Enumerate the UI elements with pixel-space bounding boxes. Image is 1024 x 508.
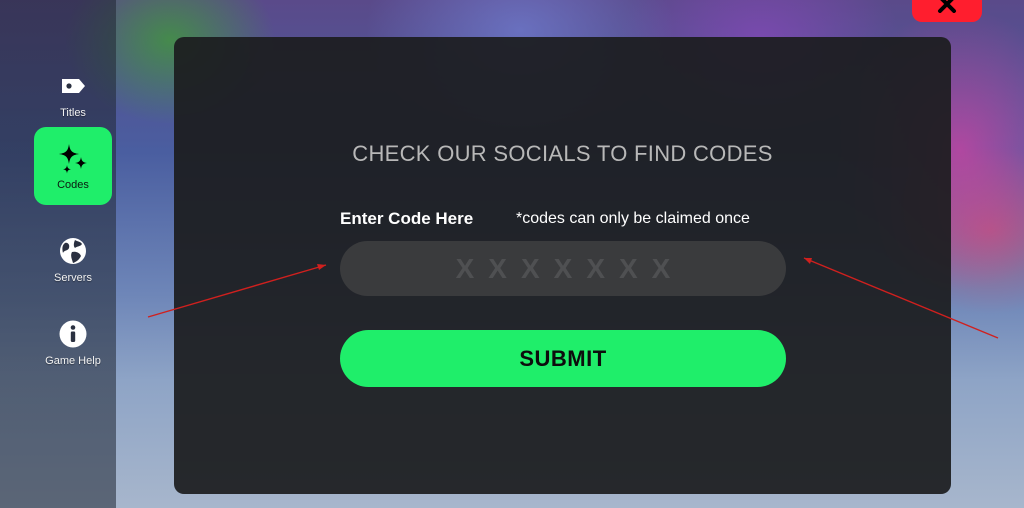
- tag-icon: [56, 69, 90, 103]
- redeem-codes-dialog: CHECK OUR SOCIALS TO FIND CODES Enter Co…: [174, 37, 951, 494]
- sidebar: Titles Codes Servers Game Help: [0, 0, 116, 508]
- sidebar-item-label: Titles: [60, 107, 86, 119]
- dialog-title: CHECK OUR SOCIALS TO FIND CODES: [352, 141, 773, 166]
- sidebar-item-servers[interactable]: Servers: [34, 220, 112, 298]
- info-icon: [56, 317, 90, 351]
- globe-icon: [56, 234, 90, 268]
- sparkles-icon: [56, 141, 90, 175]
- submit-button[interactable]: SUBMIT: [340, 330, 786, 387]
- sidebar-item-label: Servers: [54, 272, 92, 284]
- close-button[interactable]: [912, 0, 982, 22]
- sidebar-item-label: Game Help: [45, 355, 101, 367]
- sidebar-item-label: Codes: [57, 179, 89, 191]
- game-screen: Titles Codes Servers Game Help CHECK OUR…: [0, 0, 1024, 508]
- sidebar-item-game-help[interactable]: Game Help: [34, 303, 112, 381]
- code-input[interactable]: [340, 241, 786, 296]
- sidebar-item-codes[interactable]: Codes: [34, 127, 112, 205]
- code-input-label: Enter Code Here: [340, 209, 474, 228]
- claim-once-note: *codes can only be claimed once: [516, 210, 750, 227]
- close-icon: [936, 0, 958, 18]
- sidebar-item-titles[interactable]: Titles: [34, 55, 112, 133]
